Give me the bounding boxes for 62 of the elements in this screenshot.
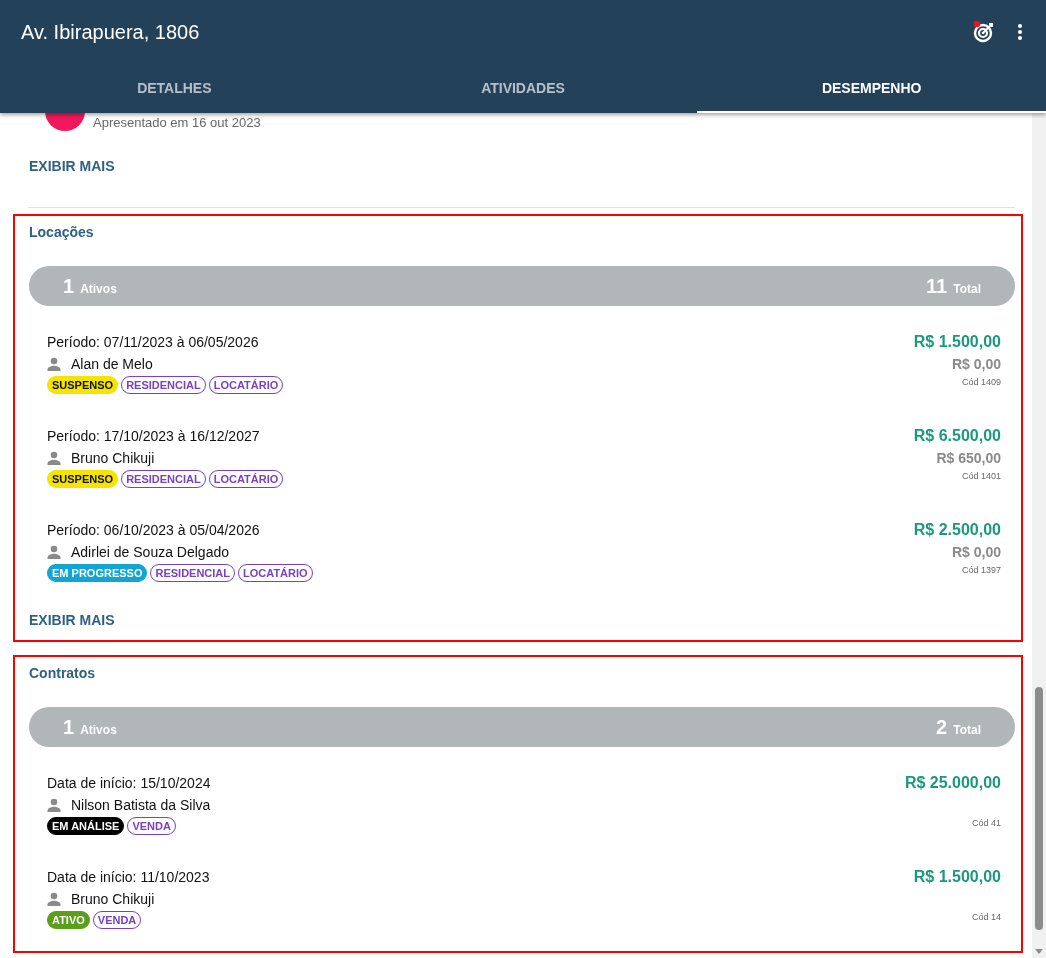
tag: SUSPENSO <box>47 376 119 394</box>
person-name: Bruno Chikuji <box>71 890 155 907</box>
period-text: Data de início: 15/10/2024 <box>47 774 212 791</box>
amount: R$ 1.500,00 <box>913 332 1001 351</box>
tag: RESIDENCIAL <box>121 470 206 488</box>
code-text: Cód 1401 <box>961 471 1001 481</box>
code-text: Cód 1397 <box>961 565 1001 575</box>
active-label: Ativos <box>80 281 117 296</box>
total-count: 2 <box>936 715 948 739</box>
tag: SUSPENSO <box>47 470 119 488</box>
person-icon <box>47 356 61 371</box>
target-icon[interactable] <box>972 20 996 44</box>
scrollbar-thumb[interactable] <box>1035 687 1043 930</box>
tag: EM PROGRESSO <box>47 564 148 582</box>
person-icon <box>47 891 61 906</box>
presented-date: Apresentado em 16 out 2023 <box>93 115 261 131</box>
secondary-amount: R$ 0,00 <box>951 355 1001 372</box>
tag: ATIVO <box>47 911 90 929</box>
period-text: Período: 06/10/2023 à 05/04/2026 <box>47 521 261 538</box>
active-count: 1 <box>63 274 75 298</box>
secondary-amount: R$ 0,00 <box>951 543 1001 560</box>
period-text: Data de início: 11/10/2023 <box>47 868 211 885</box>
show-more-link[interactable]: EXIBIR MAIS <box>29 612 115 628</box>
code-text: Cód 1409 <box>961 377 1001 387</box>
active-label: Ativos <box>80 722 117 737</box>
tag: LOCATÁRIO <box>208 470 284 488</box>
secondary-amount: R$ 650,00 <box>936 449 1001 466</box>
person-icon <box>47 797 61 812</box>
tab[interactable]: DETALHES <box>0 64 349 113</box>
total-label: Total <box>953 722 981 737</box>
tag: LOCATÁRIO <box>238 564 313 582</box>
tag: EM ANÁLISE <box>47 817 125 835</box>
section-title: Locações <box>29 224 95 240</box>
tag: VENDA <box>92 911 142 929</box>
more-options-icon[interactable] <box>1018 24 1022 40</box>
period-text: Período: 17/10/2023 à 16/12/2027 <box>47 427 261 444</box>
show-more-link[interactable]: EXIBIR MAIS <box>29 158 115 174</box>
amount: R$ 6.500,00 <box>913 426 1001 445</box>
tab[interactable]: ATIVIDADES <box>348 64 698 113</box>
amount: R$ 2.500,00 <box>913 520 1001 539</box>
person-icon <box>47 450 61 465</box>
person-name: Bruno Chikuji <box>71 449 155 466</box>
code-text: Cód 41 <box>971 818 1001 828</box>
code-text: Cód 14 <box>971 912 1001 922</box>
period-text: Período: 07/11/2023 à 06/05/2026 <box>47 333 260 350</box>
tag: RESIDENCIAL <box>150 564 236 582</box>
person-icon <box>47 544 61 559</box>
tag: LOCATÁRIO <box>208 376 284 394</box>
active-count: 1 <box>63 715 75 739</box>
scroll-down-arrow-icon[interactable] <box>1035 949 1043 954</box>
page-title: Av. Ibirapuera, 1806 <box>21 20 201 44</box>
person-name: Adirlei de Souza Delgado <box>71 543 229 560</box>
tag: VENDA <box>127 817 176 835</box>
amount: R$ 1.500,00 <box>913 867 1001 886</box>
person-name: Alan de Melo <box>71 355 153 372</box>
amount: R$ 25.000,00 <box>904 773 1001 792</box>
tag: RESIDENCIAL <box>121 376 206 394</box>
person-name: Nilson Batista da Silva <box>71 796 211 813</box>
section-title: Contratos <box>29 665 97 681</box>
total-label: Total <box>953 281 981 296</box>
total-count: 11 <box>926 274 948 298</box>
tab[interactable]: DESEMPENHO <box>697 64 1046 113</box>
